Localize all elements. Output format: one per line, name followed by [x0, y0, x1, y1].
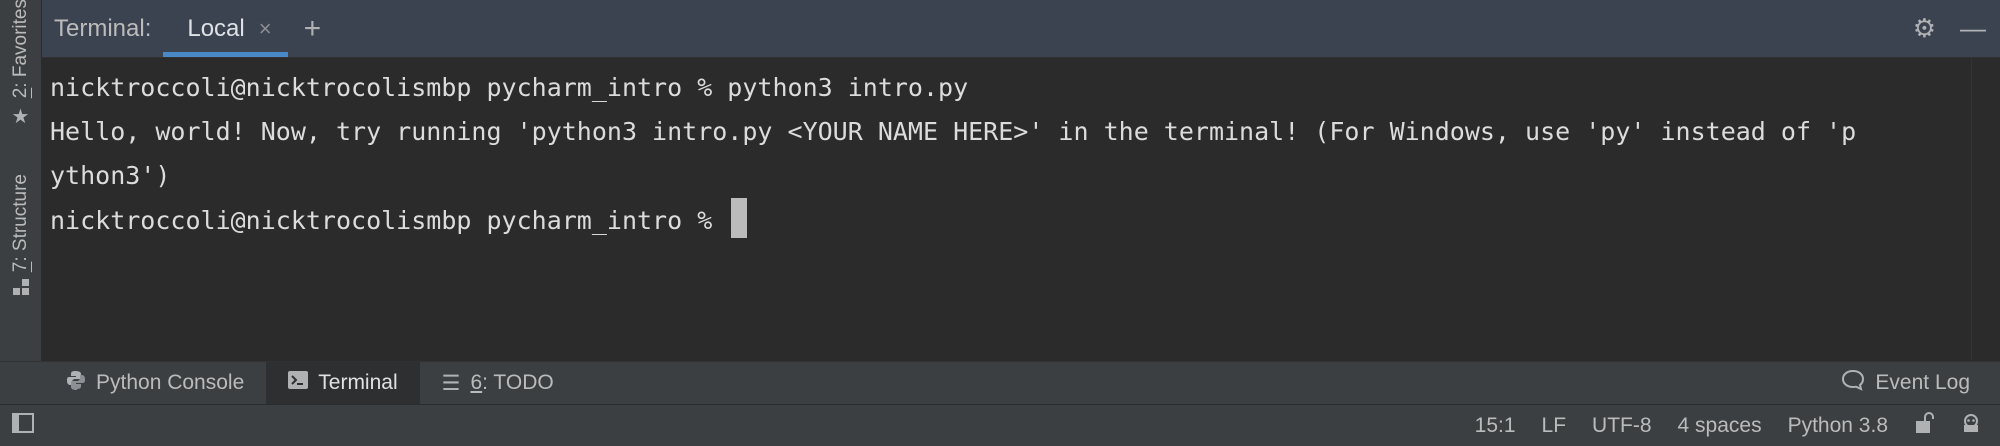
terminal-line: Hello, world! Now, try running 'python3 … — [50, 117, 1857, 146]
terminal-header: Terminal: Local × + ⚙ — — [42, 0, 2000, 58]
structure-tab[interactable]: 7: Structure — [0, 174, 41, 344]
structure-label: 7: Structure — [9, 174, 31, 273]
vertical-scrollbar[interactable] — [1971, 58, 2000, 360]
star-icon: ★ — [11, 106, 30, 128]
terminal-line: nicktroccoli@nicktrocolismbp pycharm_int… — [50, 206, 728, 235]
add-icon[interactable]: + — [288, 0, 338, 57]
gear-icon[interactable]: ⚙ — [1913, 13, 1936, 44]
event-log-tab[interactable]: Event Log — [1819, 362, 2000, 404]
event-log-label: Event Log — [1875, 371, 1970, 394]
terminal-icon — [288, 371, 309, 395]
close-icon[interactable]: × — [259, 16, 272, 42]
favorites-tab[interactable]: 2: Favorites ★ — [0, 0, 41, 135]
terminal-tab-label: Terminal — [318, 371, 398, 394]
terminal-output[interactable]: nicktroccoli@nicktrocolismbp pycharm_int… — [42, 58, 1972, 360]
panel-toggle-icon[interactable] — [12, 412, 34, 439]
terminal-cursor — [731, 198, 748, 238]
left-tool-strip: 2: Favorites ★ 7: Structure — [0, 0, 42, 402]
todo-label: 6: TODO — [470, 371, 554, 394]
python-console-tab[interactable]: Python Console — [44, 362, 266, 404]
terminal-tab[interactable]: Terminal — [266, 362, 420, 404]
indent-setting[interactable]: 4 spaces — [1678, 414, 1762, 438]
speech-bubble-icon — [1841, 369, 1865, 397]
terminal-title: Terminal: — [54, 14, 152, 42]
tool-windows-bar: Python Console Terminal ☰ 6: TODO Event … — [0, 361, 2000, 404]
status-bar: 15:1 LF UTF-8 4 spaces Python 3.8 — [0, 404, 2000, 446]
tab-local-label: Local — [187, 14, 245, 42]
cursor-position[interactable]: 15:1 — [1475, 414, 1516, 438]
inspector-icon[interactable] — [1960, 412, 1982, 440]
structure-icon — [12, 278, 30, 302]
lock-icon[interactable] — [1914, 411, 1934, 440]
python-interpreter[interactable]: Python 3.8 — [1788, 414, 1888, 438]
line-separator[interactable]: LF — [1542, 414, 1567, 438]
tab-local[interactable]: Local × — [163, 0, 288, 57]
favorites-label: 2: Favorites — [9, 0, 31, 98]
todo-tab[interactable]: ☰ 6: TODO — [420, 362, 576, 404]
terminal-line: nicktroccoli@nicktrocolismbp pycharm_int… — [50, 73, 969, 102]
terminal-line: ython3') — [50, 161, 171, 190]
header-actions: ⚙ — — [1913, 0, 2000, 57]
terminal-lines: nicktroccoli@nicktrocolismbp pycharm_int… — [42, 58, 1972, 243]
python-console-label: Python Console — [96, 371, 245, 394]
list-icon: ☰ — [441, 371, 461, 395]
python-icon — [66, 370, 86, 396]
file-encoding[interactable]: UTF-8 — [1592, 414, 1652, 438]
minimize-icon[interactable]: — — [1960, 13, 1986, 44]
